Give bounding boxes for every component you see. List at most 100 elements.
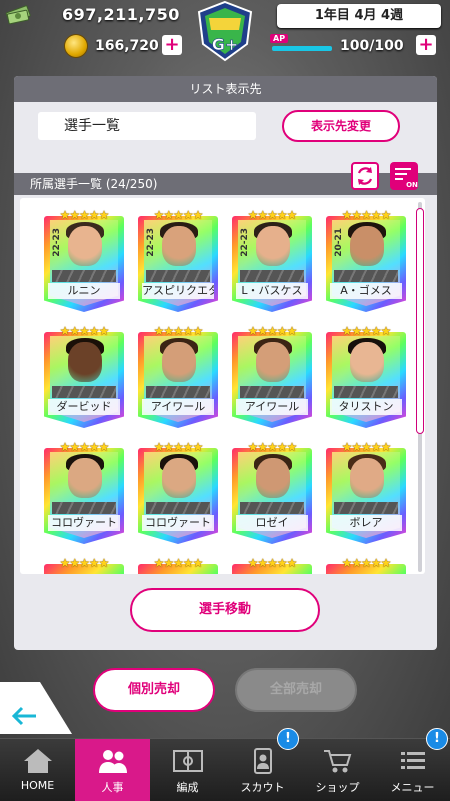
- player-card[interactable]: ★★★★★ タリストン: [326, 324, 406, 432]
- player-card[interactable]: ★★★★★ アイワール: [232, 324, 312, 432]
- nav-home-label: HOME: [20, 779, 55, 792]
- star-rating: ★★★★★: [247, 324, 298, 338]
- ap-bar: [272, 46, 332, 51]
- player-name: ボレア: [330, 515, 402, 531]
- player-name: コロヴァート: [48, 515, 120, 531]
- sell-individual-button[interactable]: 個別売却: [93, 668, 215, 712]
- player-card[interactable]: ★★★★★ 22-23 ルニン: [44, 208, 124, 316]
- ap-label: AP: [270, 34, 289, 43]
- star-rating: ★★★★★: [341, 324, 392, 338]
- nav-shop-label: ショップ: [315, 781, 360, 794]
- player-name: アスピリクエタ: [142, 283, 214, 299]
- player-face: [350, 458, 384, 498]
- player-name: ロゼイ: [236, 515, 308, 531]
- back-button[interactable]: [0, 682, 72, 734]
- star-rating: ★★★★★: [153, 440, 204, 454]
- player-face: [256, 226, 290, 266]
- player-card-partial[interactable]: ★★★★★: [232, 556, 312, 574]
- star-rating: ★★★★★: [59, 556, 110, 570]
- scrollbar-thumb[interactable]: [416, 208, 424, 434]
- scout-icon: [254, 748, 272, 774]
- filter-button[interactable]: ON: [390, 162, 418, 190]
- roster-panel: リスト表示先 選手一覧 表示先変更 所属選手一覧 (24/250) ON ★★★…: [14, 76, 437, 650]
- card-stripe: [334, 270, 398, 282]
- player-card[interactable]: ★★★★★ ダービッド: [44, 324, 124, 432]
- card-stripe: [146, 386, 210, 398]
- add-coins-button[interactable]: +: [162, 35, 182, 55]
- nav-personnel[interactable]: 人事: [75, 739, 150, 801]
- player-card[interactable]: ★★★★★ ロゼイ: [232, 440, 312, 548]
- nav-personnel-label: 人事: [101, 781, 124, 794]
- filter-icon: ON: [395, 168, 418, 189]
- season-label: 22-23: [52, 228, 62, 257]
- nav-shop[interactable]: ショップ: [300, 739, 375, 801]
- player-name: ルニン: [48, 283, 120, 299]
- card-stripe: [52, 270, 116, 282]
- player-face: [68, 342, 102, 382]
- star-rating: ★★★★★: [247, 208, 298, 222]
- player-card[interactable]: ★★★★★ コロヴァート: [44, 440, 124, 548]
- player-face: [162, 342, 196, 382]
- people-icon: [99, 750, 127, 773]
- player-name: A・ゴメス: [330, 283, 402, 299]
- back-arrow-icon: [0, 682, 72, 734]
- nav-scout-label: スカウト: [240, 781, 285, 794]
- player-card-partial[interactable]: ★★★★★: [326, 556, 406, 574]
- player-face: [350, 342, 384, 382]
- season-label: 22-23: [240, 228, 250, 257]
- player-card[interactable]: ★★★★★ 20-21 A・ゴメス: [326, 208, 406, 316]
- card-stripe: [334, 502, 398, 514]
- nav-formation-label: 編成: [176, 781, 199, 794]
- player-name: ダービッド: [48, 399, 120, 415]
- player-card[interactable]: ★★★★★ ボレア: [326, 440, 406, 548]
- card-stripe: [240, 386, 304, 398]
- star-rating: ★★★★★: [341, 208, 392, 222]
- season-label: 22-23: [146, 228, 156, 257]
- list-destination-heading: リスト表示先: [14, 76, 437, 102]
- star-rating: ★★★★★: [153, 556, 204, 570]
- add-ap-button[interactable]: +: [416, 35, 436, 55]
- menu-notification-badge: !: [426, 728, 448, 750]
- player-name: L・バスケス: [236, 283, 308, 299]
- player-card-partial[interactable]: ★★★★★: [44, 556, 124, 574]
- player-card[interactable]: ★★★★★ コロヴァート: [138, 440, 218, 548]
- sell-all-button[interactable]: 全部売却: [235, 668, 357, 712]
- nav-menu-label: メニュー: [390, 781, 435, 794]
- filter-on-label: ON: [406, 181, 418, 189]
- player-face: [256, 458, 290, 498]
- star-rating: ★★★★★: [247, 440, 298, 454]
- player-card-list[interactable]: ★★★★★ 22-23 ルニン ★★★★★ 22-23 アスピリクエタ ★★★★★ 22-23…: [20, 198, 425, 574]
- season-label: 20-21: [334, 228, 344, 257]
- card-stripe: [52, 502, 116, 514]
- star-rating: ★★★★★: [153, 208, 204, 222]
- player-name: コロヴァート: [142, 515, 214, 531]
- star-rating: ★★★★★: [247, 556, 298, 570]
- coin-value: 166,720: [95, 38, 159, 54]
- home-icon: [24, 749, 52, 773]
- status-header: 697,211,750 166,720 + G+ 1年目 4月 4週 AP 10…: [0, 0, 450, 62]
- cart-icon: [324, 750, 352, 773]
- money-icon: [5, 5, 31, 25]
- change-destination-button[interactable]: 表示先変更: [282, 110, 400, 142]
- nav-home[interactable]: HOME: [0, 739, 75, 801]
- star-rating: ★★★★★: [59, 208, 110, 222]
- player-card[interactable]: ★★★★★ 22-23 アスピリクエタ: [138, 208, 218, 316]
- player-card[interactable]: ★★★★★ アイワール: [138, 324, 218, 432]
- grade-text: G+: [212, 35, 239, 54]
- card-stripe: [52, 386, 116, 398]
- star-rating: ★★★★★: [153, 324, 204, 338]
- menu-icon: [401, 752, 425, 769]
- star-rating: ★★★★★: [59, 324, 110, 338]
- star-rating: ★★★★★: [341, 440, 392, 454]
- money-value: 697,211,750: [62, 5, 180, 24]
- sort-button[interactable]: [351, 162, 379, 190]
- ap-value: 100/100: [340, 38, 404, 54]
- move-players-button[interactable]: 選手移動: [130, 588, 320, 632]
- nav-formation[interactable]: 編成: [150, 739, 225, 801]
- player-card-partial[interactable]: ★★★★★: [138, 556, 218, 574]
- player-card[interactable]: ★★★★★ 22-23 L・バスケス: [232, 208, 312, 316]
- card-stripe: [146, 502, 210, 514]
- card-stripe: [240, 270, 304, 282]
- refresh-icon: [357, 167, 373, 185]
- bottom-nav: HOME 人事 編成 スカウト ショップ メニュー ! !: [0, 728, 450, 801]
